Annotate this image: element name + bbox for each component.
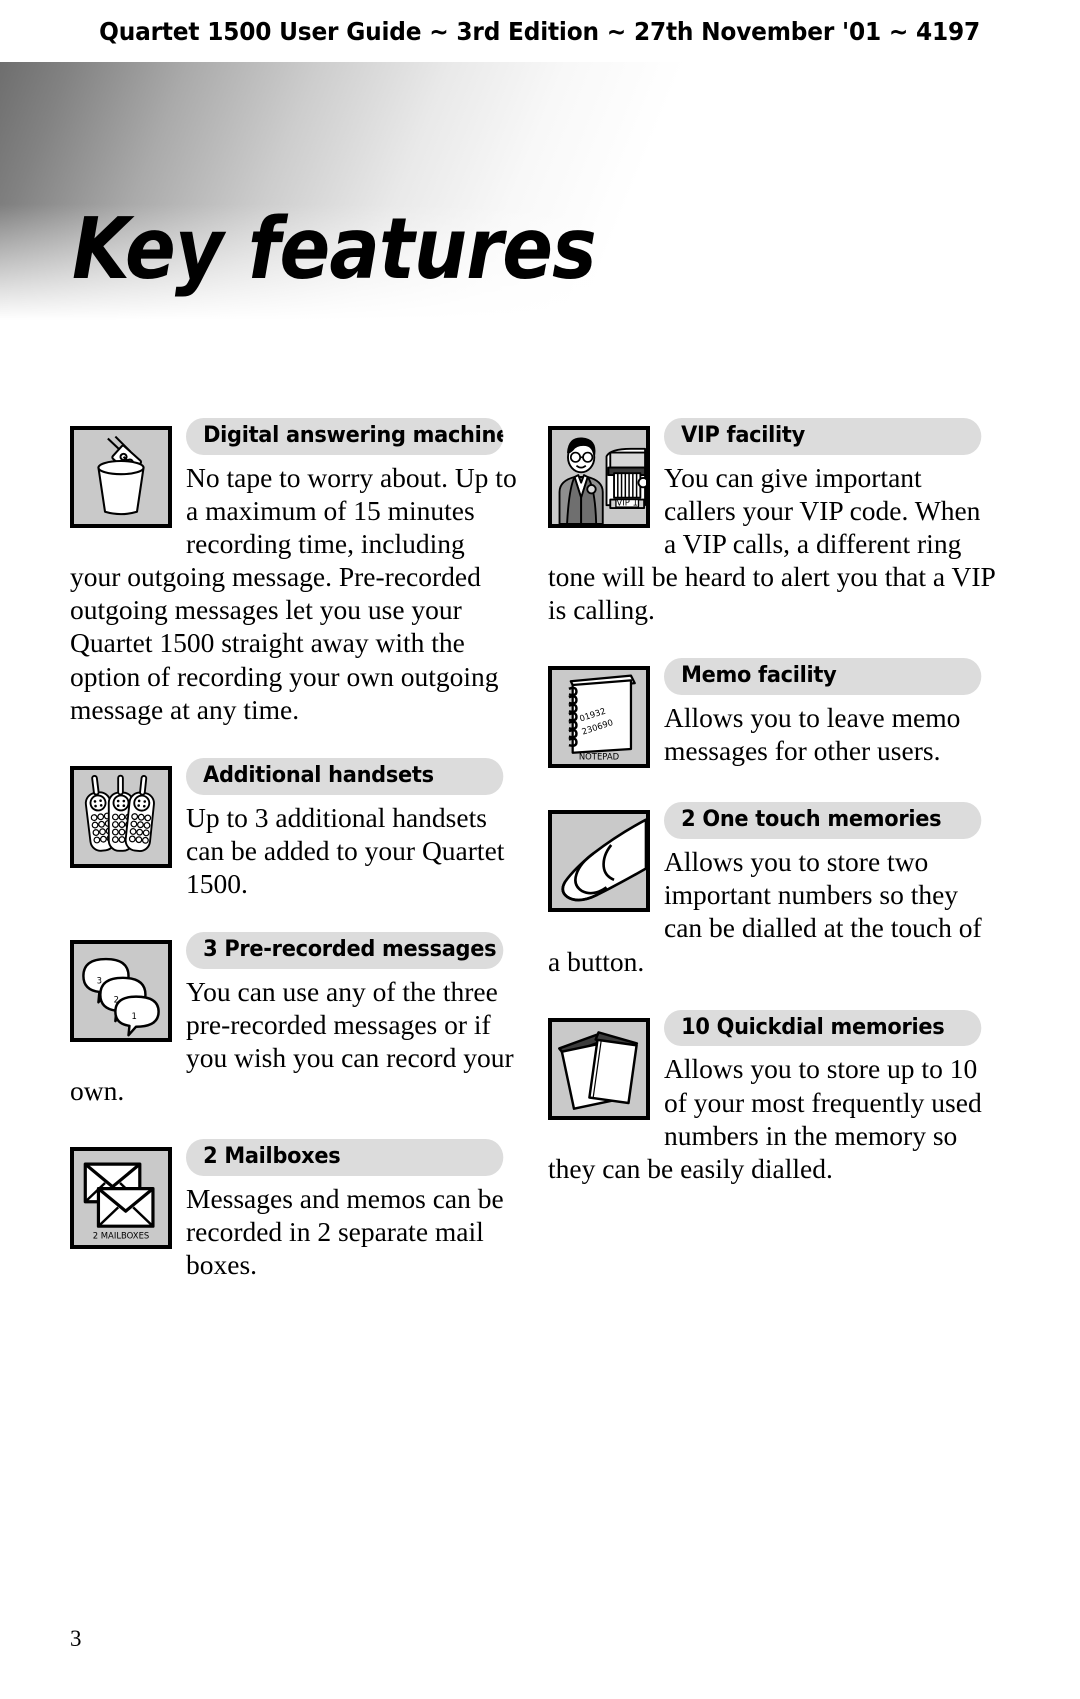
two-envelopes-icon: 2 MAILBOXES [70,1147,172,1250]
vip-number-plate: VIP 1 [616,498,637,508]
notepad-icon-caption: NOTEPAD [579,752,620,762]
feature-mailboxes: 2 MAILBOXES 2 Mailboxes Messages and mem… [70,1139,520,1281]
feature-additional-handsets: Additional handsets Up to 3 additional h… [70,757,520,900]
feature-label: 3 Pre-recorded messages [186,931,504,969]
feature-pre-recorded-messages: 3 2 1 3 Pre-recorded messages You can us… [70,931,520,1107]
right-column: VIP 1 VIP facility You can give importan… [548,418,998,1281]
three-cordless-handsets-icon [70,765,172,868]
thumb-press-button-icon [548,810,650,913]
page-number: 3 [70,1626,82,1651]
bubble-number-1: 1 [131,1011,136,1021]
vip-man-and-car-icon: VIP 1 [548,426,650,528]
feature-digital-answering-machine: Digital answering machine No tape to wor… [70,418,520,726]
feature-label: 2 Mailboxes [186,1139,504,1176]
cassette-tape-into-bin-icon [70,426,172,528]
feature-label: 10 Quickdial memories [664,1009,982,1047]
three-speech-bubbles-icon: 3 2 1 [70,939,172,1042]
feature-columns: Digital answering machine No tape to wor… [0,418,1080,1281]
address-cards-icon [548,1017,650,1120]
left-column: Digital answering machine No tape to wor… [70,418,520,1281]
feature-one-touch-memories: 2 One touch memories Allows you to store… [548,802,998,977]
bubble-number-3: 3 [97,975,102,985]
feature-quickdial-memories: 10 Quickdial memories Allows you to stor… [548,1009,998,1185]
feature-label: Digital answering machine [186,418,504,455]
running-header-text: Quartet 1500 User Guide ~ 3rd Edition ~ … [99,16,981,46]
feature-vip-facility: VIP 1 VIP facility You can give importan… [548,418,998,626]
feature-label: VIP facility [664,418,982,455]
feature-label: 2 One touch memories [664,802,982,840]
running-header: Quartet 1500 User Guide ~ 3rd Edition ~ … [0,0,1080,62]
feature-label: Memo facility [664,658,982,696]
page-title: Key features [72,199,597,299]
mailbox-icon-caption: 2 MAILBOXES [93,1231,150,1241]
feature-label: Additional handsets [186,757,504,795]
spiral-notepad-icon: 01932 230690 NOTEPAD [548,666,650,769]
feature-memo-facility: 01932 230690 NOTEPAD Memo facility Allow… [548,658,998,770]
